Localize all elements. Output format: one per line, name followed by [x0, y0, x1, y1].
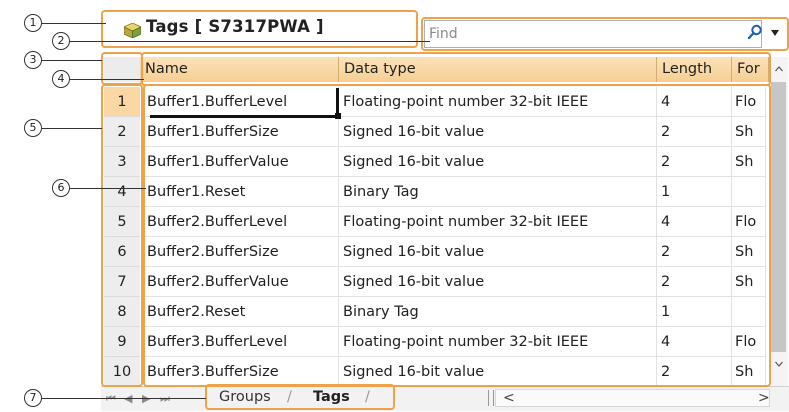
scroll-left-icon[interactable]: <	[503, 390, 515, 406]
callout-leader	[42, 23, 106, 25]
callout-leader	[42, 60, 102, 62]
tag-editor-window: Tags [ S7317PWA ] Name Data type Length …	[0, 0, 789, 412]
callout-5: 5	[24, 119, 42, 137]
highlight-frame-title	[101, 10, 418, 48]
callout-leader	[42, 398, 206, 400]
callout-4: 4	[52, 70, 70, 88]
highlight-frame-header	[141, 52, 771, 86]
callout-3: 3	[24, 51, 42, 69]
highlight-frame-row-numbers	[101, 84, 143, 387]
highlight-frame-tabs	[205, 384, 395, 410]
callout-1: 1	[24, 14, 42, 32]
callout-6: 6	[52, 179, 70, 197]
splitter-grip[interactable]	[488, 390, 494, 406]
callout-leader	[70, 188, 146, 190]
horizontal-scrollbar[interactable]	[495, 389, 770, 407]
scroll-down-icon[interactable]	[775, 361, 783, 367]
highlight-frame-table-body	[143, 84, 771, 387]
callout-2: 2	[52, 32, 70, 50]
callout-leader	[70, 79, 144, 81]
scroll-right-icon[interactable]: >	[758, 390, 770, 406]
callout-leader	[42, 128, 102, 130]
vertical-scroll-thumb[interactable]	[771, 82, 786, 352]
highlight-frame-find	[421, 17, 789, 51]
callout-7: 7	[24, 389, 42, 407]
callout-leader	[70, 41, 430, 43]
scroll-up-icon[interactable]	[775, 66, 783, 72]
